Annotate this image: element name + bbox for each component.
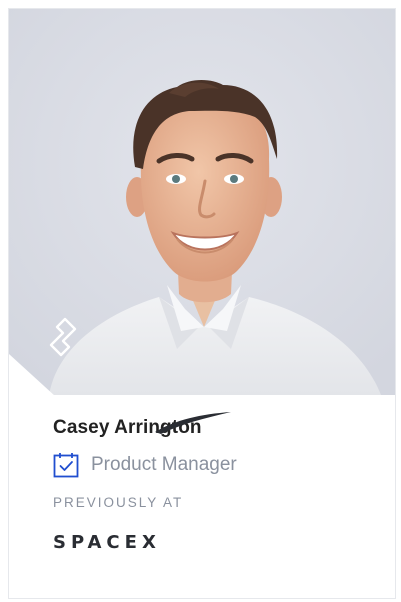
corner-notch bbox=[9, 354, 55, 396]
talent-role: Product Manager bbox=[91, 454, 237, 475]
toptal-logo-icon bbox=[49, 317, 77, 357]
role-row: Product Manager bbox=[53, 452, 385, 478]
talent-name: Casey Arrington bbox=[53, 417, 202, 438]
company-name: SPACEX bbox=[53, 532, 161, 553]
profile-info: Casey Arrington Product Manager PREVIOUS… bbox=[53, 412, 385, 558]
previously-at-label: PREVIOUSLY AT bbox=[53, 495, 184, 510]
calendar-check-icon bbox=[53, 453, 79, 478]
company-logo: SPACEX bbox=[53, 412, 385, 558]
talent-card[interactable]: Casey Arrington Product Manager PREVIOUS… bbox=[8, 8, 396, 599]
